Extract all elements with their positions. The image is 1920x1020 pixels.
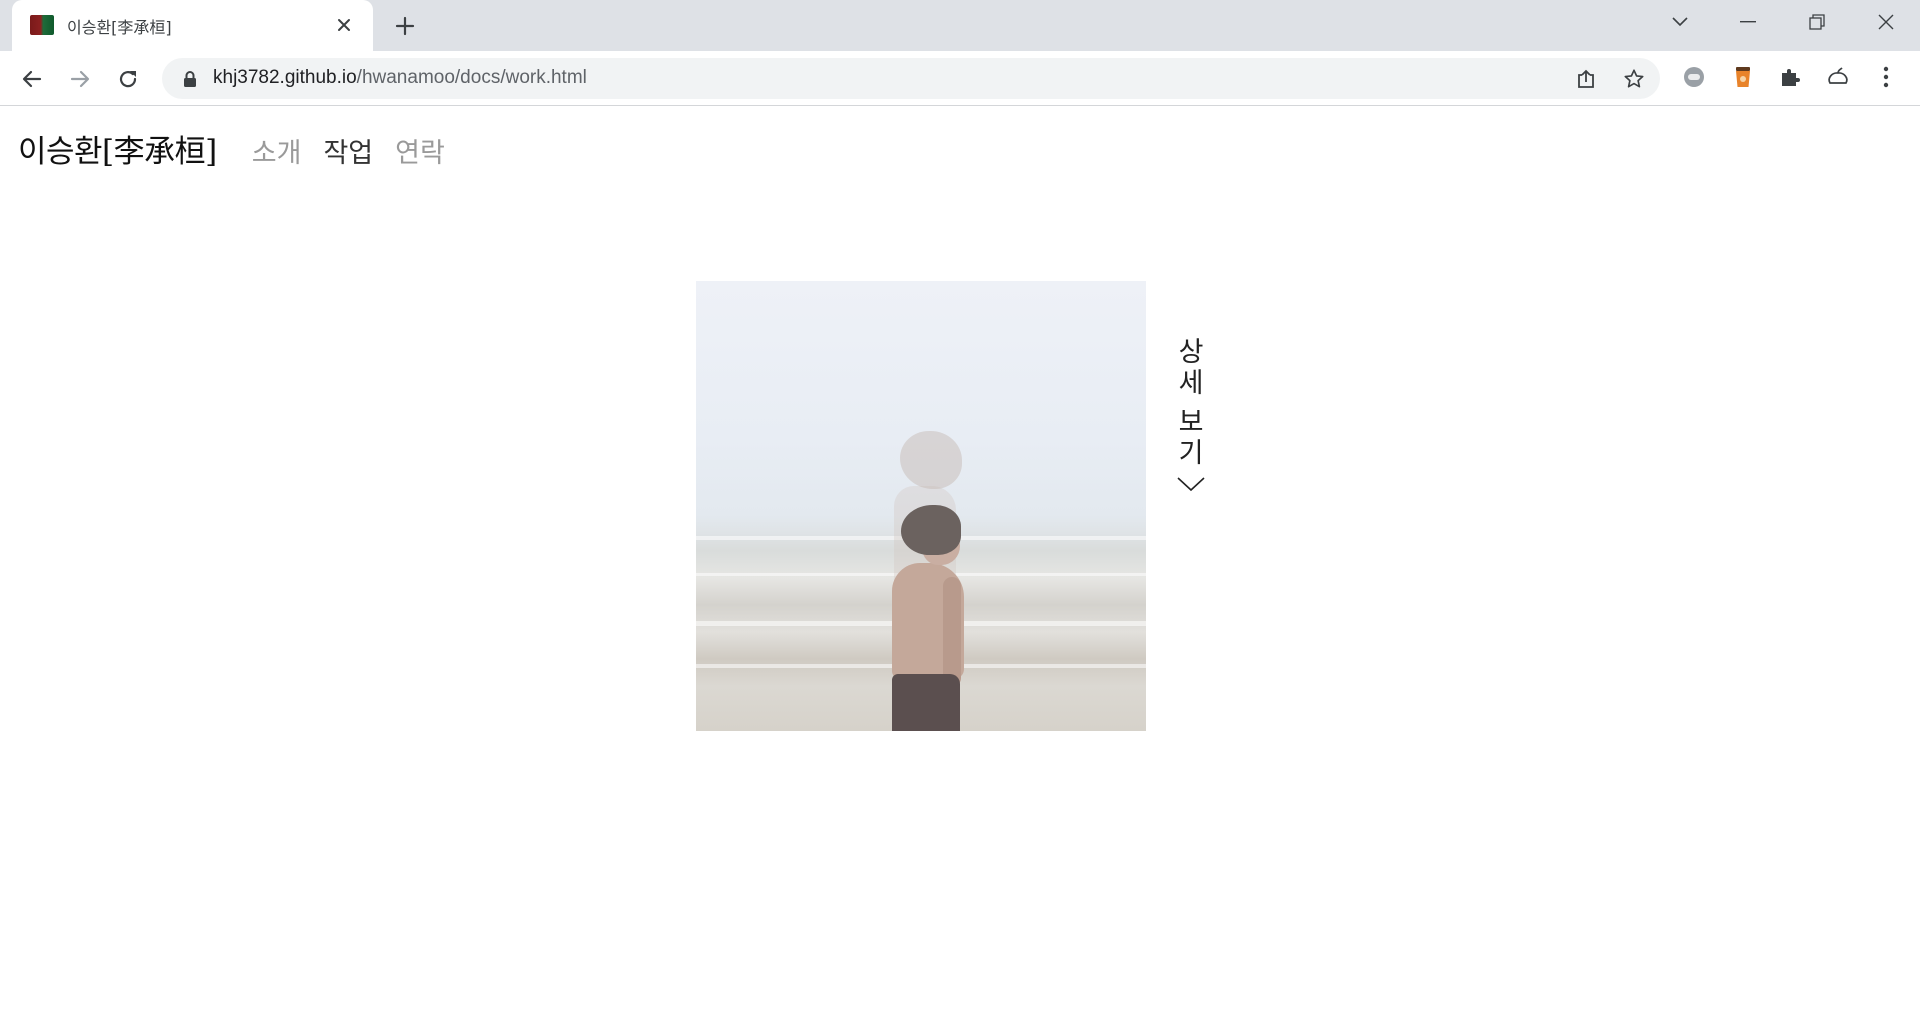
browser-titlebar: 이승환[李承桓] bbox=[0, 0, 1920, 51]
tab-search-chevron-icon[interactable] bbox=[1645, 0, 1714, 44]
view-detail-link[interactable]: 상 세 보 기 bbox=[1174, 337, 1208, 493]
extension-coffee-icon[interactable] bbox=[1729, 63, 1757, 91]
chevron-down-icon bbox=[1177, 477, 1205, 492]
minimize-icon[interactable] bbox=[1713, 0, 1782, 44]
bookmark-star-icon[interactable] bbox=[1621, 66, 1647, 92]
photo-figure-arm bbox=[943, 577, 961, 687]
browser-tab-active[interactable]: 이승환[李承桓] bbox=[12, 0, 373, 51]
site-header: 이승환[李承桓] 소개 작업 연락 bbox=[18, 126, 445, 176]
share-icon[interactable] bbox=[1573, 66, 1599, 92]
work-photo[interactable] bbox=[696, 281, 1146, 731]
close-window-icon[interactable] bbox=[1851, 0, 1920, 44]
site-title-link[interactable]: 이승환[李承桓] bbox=[18, 126, 217, 171]
restore-icon[interactable] bbox=[1782, 0, 1851, 44]
reload-icon[interactable] bbox=[112, 63, 144, 95]
menu-kebab-icon[interactable] bbox=[1872, 63, 1900, 91]
back-arrow-icon[interactable] bbox=[16, 63, 48, 95]
url-text[interactable]: khj3782.github.io/hwanamoo/docs/work.htm… bbox=[213, 67, 587, 89]
tab-title: 이승환[李承桓] bbox=[67, 18, 172, 37]
browser-toolbar: khj3782.github.io/hwanamoo/docs/work.htm… bbox=[0, 51, 1920, 106]
photo-figure-hair bbox=[901, 505, 961, 555]
extensions-puzzle-icon[interactable] bbox=[1776, 63, 1804, 91]
nav-link-contact[interactable]: 연락 bbox=[395, 131, 445, 170]
photo-ghost-head bbox=[900, 431, 962, 489]
profile-icon[interactable] bbox=[1824, 63, 1852, 91]
lock-icon[interactable] bbox=[182, 70, 198, 88]
address-bar[interactable]: khj3782.github.io/hwanamoo/docs/work.htm… bbox=[162, 58, 1660, 99]
photo-figure-shorts bbox=[892, 674, 960, 731]
detail-char: 보 bbox=[1178, 407, 1204, 438]
extension-chat-icon[interactable] bbox=[1680, 63, 1708, 91]
url-host: khj3782.github.io bbox=[213, 67, 357, 88]
detail-char: 세 bbox=[1178, 368, 1204, 399]
nav-link-work[interactable]: 작업 bbox=[323, 131, 373, 170]
tab-close-icon[interactable] bbox=[332, 13, 356, 37]
nav-link-intro[interactable]: 소개 bbox=[252, 131, 302, 170]
detail-char: 상 bbox=[1178, 337, 1204, 368]
forward-arrow-icon[interactable] bbox=[64, 63, 96, 95]
url-path: /hwanamoo/docs/work.html bbox=[356, 67, 587, 88]
new-tab-plus-icon[interactable] bbox=[390, 12, 420, 40]
tab-favicon bbox=[30, 15, 54, 35]
detail-char: 기 bbox=[1178, 438, 1204, 469]
